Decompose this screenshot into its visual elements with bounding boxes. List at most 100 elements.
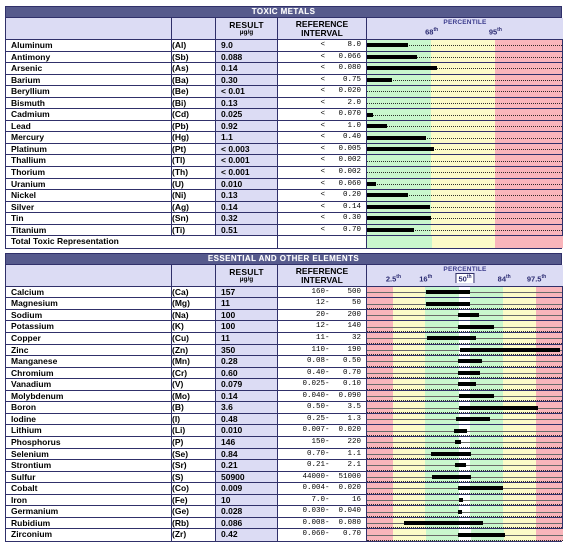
chart-gridline	[367, 458, 562, 460]
element-percentile-bar-cell	[367, 344, 563, 357]
chart-gridline	[367, 515, 562, 517]
element-symbol: (Ba)	[172, 74, 216, 87]
element-symbol: (Ge)	[172, 506, 216, 518]
element-symbol: (Hg)	[172, 132, 216, 144]
element-percentile-bar-cell	[367, 506, 563, 518]
element-reference: 0.08- 0.50	[278, 356, 367, 368]
element-result: 0.14	[216, 390, 278, 403]
element-symbol: (S)	[172, 471, 216, 484]
element-reference: < 0.070	[278, 109, 367, 121]
percentile-bar	[367, 124, 387, 129]
chart-gridline	[367, 388, 562, 390]
element-name: Thallium	[6, 155, 172, 168]
percentile-bar	[367, 147, 435, 152]
element-symbol: (Mn)	[172, 356, 216, 368]
chart-gridline	[367, 103, 562, 104]
element-name: Aluminum	[6, 40, 172, 52]
header-reference-line2: INTERVAL	[301, 28, 343, 38]
percentile-bar	[457, 382, 477, 387]
element-reference: < 0.080	[278, 63, 367, 75]
element-symbol: (Pt)	[172, 143, 216, 156]
percentile-tick-95: 95th	[488, 27, 502, 37]
element-reference: 20- 200	[278, 309, 367, 322]
element-symbol: (Ni)	[172, 190, 216, 202]
header-reference-line2-essential: INTERVAL	[301, 274, 343, 285]
element-reference: 0.25- 1.3	[278, 413, 367, 426]
element-percentile-bar-cell	[367, 517, 563, 530]
chart-gridline	[367, 91, 562, 93]
element-reference: 0.21- 2.1	[278, 460, 367, 472]
percentile-bar	[427, 336, 477, 341]
element-name: Silver	[6, 201, 172, 214]
element-result: 0.13	[216, 97, 278, 110]
element-symbol: (Ag)	[172, 201, 216, 214]
chart-gridline	[367, 423, 562, 425]
element-symbol: (As)	[172, 63, 216, 75]
element-name: Copper	[6, 333, 172, 345]
element-symbol: (Bi)	[172, 97, 216, 110]
element-name: Strontium	[6, 460, 172, 472]
element-name: Chromium	[6, 367, 172, 380]
element-reference: 0.030- 0.040	[278, 506, 367, 518]
element-name: Zirconium	[6, 529, 172, 541]
element-symbol: (Fe)	[172, 494, 216, 507]
element-result: 0.14	[216, 201, 278, 214]
element-reference: < 0.40	[278, 132, 367, 144]
chart-gridline	[367, 377, 562, 379]
element-reference: 0.50- 3.5	[278, 402, 367, 414]
percentile-bar	[457, 359, 483, 364]
element-percentile-bar-cell	[367, 286, 563, 299]
chart-gridline	[367, 331, 562, 333]
element-symbol: (Sb)	[172, 51, 216, 64]
percentile-tick-97.5: 97.5th	[526, 273, 547, 284]
toxic-metals-header-row: RESULT µg/g REFERENCE INTERVAL PERCENTIL…	[6, 18, 563, 40]
element-name: Iodine	[6, 413, 172, 426]
element-result: < 0.01	[216, 86, 278, 98]
element-percentile-bar-cell	[367, 132, 563, 144]
element-result: 0.025	[216, 109, 278, 121]
element-percentile-bar-cell	[367, 86, 563, 98]
element-symbol: (Tl)	[172, 155, 216, 168]
element-result: 0.010	[216, 425, 278, 437]
chart-zone-0	[367, 236, 432, 248]
element-reference: 150- 220	[278, 436, 367, 449]
percentile-bar	[367, 216, 432, 221]
percentile-bar	[404, 521, 484, 526]
element-reference: < 0.30	[278, 213, 367, 225]
element-percentile-bar-cell	[367, 63, 563, 75]
element-name: Tin	[6, 213, 172, 225]
chart-gridline	[367, 469, 562, 471]
element-name: Nickel	[6, 190, 172, 202]
percentile-bar	[457, 486, 504, 491]
element-result: 0.32	[216, 213, 278, 225]
element-percentile-bar-cell	[367, 224, 563, 237]
element-result: 0.84	[216, 448, 278, 461]
element-result: 0.086	[216, 517, 278, 530]
element-reference: 12- 50	[278, 298, 367, 310]
header-percentile-essential: PERCENTILE 2.5th 16th 50th 84th 97.5th	[367, 264, 563, 287]
element-name: Calcium	[6, 286, 172, 299]
percentile-bar	[367, 77, 393, 82]
element-result: 9.0	[216, 40, 278, 52]
element-name: Uranium	[6, 178, 172, 191]
element-name: Mercury	[6, 132, 172, 144]
element-reference: 11- 32	[278, 333, 367, 345]
element-result: 3.6	[216, 402, 278, 414]
element-percentile-bar-cell	[367, 425, 563, 437]
element-symbol: (Al)	[172, 40, 216, 52]
chart-gridline	[367, 319, 562, 321]
element-reference: 110- 190	[278, 344, 367, 357]
chart-gridline	[367, 539, 563, 541]
element-reference: 0.004- 0.020	[278, 483, 367, 495]
element-name: Vanadium	[6, 379, 172, 391]
element-reference: 0.060- 0.70	[278, 529, 367, 541]
chart-gridline	[367, 308, 562, 309]
element-name: Zinc	[6, 344, 172, 357]
element-symbol: (Ti)	[172, 224, 216, 237]
element-symbol: (Cd)	[172, 109, 216, 121]
chart-axis-line	[367, 511, 562, 513]
element-name: Sodium	[6, 309, 172, 322]
element-result: 10	[216, 494, 278, 507]
element-name: Sulfur	[6, 471, 172, 484]
element-percentile-bar-cell	[367, 167, 563, 179]
